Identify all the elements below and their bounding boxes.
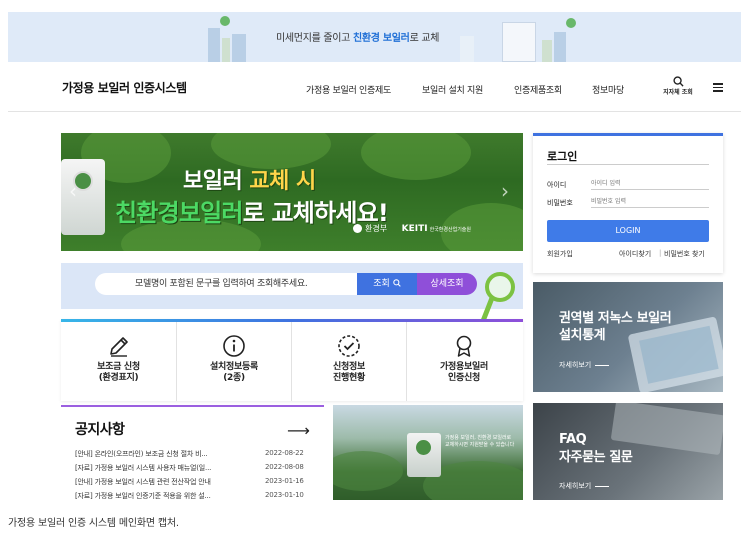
search-label: 지자체 조회 bbox=[663, 89, 693, 96]
top-banner-text: 미세먼지를 줄이고 친환경 보일러로 교체 bbox=[276, 33, 440, 44]
site-logo[interactable]: 가정용 보일러 인증시스템 bbox=[62, 79, 187, 96]
card-title: 자주묻는 질문 bbox=[559, 450, 633, 465]
boiler-image bbox=[407, 433, 441, 477]
search-icon bbox=[392, 279, 401, 287]
install-statistics-card[interactable]: 권역별 저녹스 보일러 설치통계 자세히보기 bbox=[533, 282, 723, 392]
municipality-search-button[interactable]: 지자체 조회 bbox=[660, 76, 696, 96]
hamburger-menu-icon[interactable] bbox=[713, 83, 723, 92]
tablet-illustration bbox=[628, 317, 723, 392]
login-title: 로그인 bbox=[547, 150, 578, 163]
building-illustration bbox=[208, 28, 220, 62]
image-caption: 가정용 보일러 인증 시스템 메인화면 캡처. bbox=[8, 518, 179, 529]
nav-item-installation-support[interactable]: 보일러 설치 지원 bbox=[422, 83, 483, 96]
check-badge-icon bbox=[338, 335, 360, 357]
quick-menu: 보조금 신청 (환경표지) 설치정보등록 (2종) 신청정보 진행현황 가정용보… bbox=[61, 319, 523, 401]
building-illustration bbox=[554, 32, 566, 62]
product-search-bar: 모델명이 포함된 문구를 입력하여 조회해주세요. 조회 상세조회 bbox=[61, 263, 523, 309]
ministry-logo-icon bbox=[353, 224, 362, 233]
notice-title: 공지사항 bbox=[75, 422, 125, 438]
magnifier-icon bbox=[480, 272, 515, 324]
nav-item-product-lookup[interactable]: 인증제품조회 bbox=[514, 83, 562, 96]
card-more-link[interactable]: 자세히보기 bbox=[559, 360, 610, 370]
card-title: 설치통계 bbox=[559, 328, 606, 343]
search-button[interactable]: 조회 bbox=[357, 273, 417, 295]
carousel-prev-button[interactable]: ‹ bbox=[69, 179, 77, 203]
login-button[interactable]: LOGIN bbox=[547, 220, 709, 242]
forest-promo-banner[interactable]: 가정용 보일러, 친환경 보일러로 교체하시면 지원받을 수 있습니다 bbox=[333, 405, 523, 500]
login-panel: 로그인 아이디 비밀번호 LOGIN 회원가입 아이디찾기 | 비밀번호 찾기 bbox=[533, 133, 723, 273]
tree-icon bbox=[566, 18, 576, 28]
hero-logos: 환경부 KEITI 한국환경산업기술원 bbox=[353, 223, 471, 234]
notice-item[interactable]: [안내] 가정용 보일러 시스템 관련 전산작업 안내 2023-01-16 bbox=[75, 477, 315, 490]
promo-text: 가정용 보일러, 친환경 보일러로 교체하시면 지원받을 수 있습니다 bbox=[445, 435, 515, 448]
id-label: 아이디 bbox=[547, 181, 567, 189]
quick-subsidy-application[interactable]: 보조금 신청 (환경표지) bbox=[61, 322, 176, 401]
quick-install-registration[interactable]: 설치정보등록 (2종) bbox=[176, 322, 291, 401]
card-title: 권역별 저녹스 보일러 bbox=[559, 311, 672, 326]
quick-certification-application[interactable]: 가정용보일러 인증신청 bbox=[406, 322, 521, 401]
nav-item-info[interactable]: 정보마당 bbox=[592, 83, 624, 96]
signup-link[interactable]: 회원가입 bbox=[547, 249, 573, 259]
carousel-next-button[interactable]: › bbox=[501, 179, 509, 203]
hero-headline-1: 보일러 교체 시 bbox=[183, 169, 316, 194]
notice-board: 공지사항 ⟶ [안내] 온라인(오프라인) 보조금 신청 절차 비... 2022… bbox=[61, 405, 324, 500]
notice-item[interactable]: [자료] 가정용 보일러 시스템 사용자 매뉴얼(일... 2022-08-08 bbox=[75, 463, 315, 476]
hero-banner[interactable]: ‹ › 보일러 교체 시 친환경보일러로 교체하세요! 환경부 KEITI 한국환… bbox=[61, 133, 523, 251]
product-search-input[interactable]: 모델명이 포함된 문구를 입력하여 조회해주세요. bbox=[95, 273, 357, 295]
boiler-image bbox=[61, 159, 105, 235]
notice-more-arrow-icon[interactable]: ⟶ bbox=[287, 421, 310, 440]
building-illustration bbox=[232, 34, 246, 62]
search-icon bbox=[672, 76, 684, 87]
password-input[interactable] bbox=[591, 195, 709, 208]
faq-card[interactable]: FAQ 자주묻는 질문 자세히보기 bbox=[533, 403, 723, 500]
find-password-link[interactable]: 비밀번호 찾기 bbox=[664, 249, 705, 259]
building-illustration bbox=[222, 38, 230, 62]
password-label: 비밀번호 bbox=[547, 199, 573, 207]
card-more-link[interactable]: 자세히보기 bbox=[559, 481, 610, 491]
nav-item-certification[interactable]: 가정용 보일러 인증제도 bbox=[306, 83, 391, 96]
notice-item[interactable]: [안내] 온라인(오프라인) 보조금 신청 절차 비... 2022-08-22 bbox=[75, 449, 315, 462]
notice-item[interactable]: [자료] 가정용 보일러 인증기준 적용을 위한 설... 2023-01-10 bbox=[75, 491, 315, 500]
keiti-logo: KEITI bbox=[401, 224, 428, 234]
info-icon bbox=[223, 335, 245, 357]
site-header: 가정용 보일러 인증시스템 가정용 보일러 인증제도 보일러 설치 지원 인증제… bbox=[8, 62, 741, 112]
hero-headline-2: 친환경보일러로 교체하세요! bbox=[115, 199, 389, 227]
building-illustration bbox=[542, 40, 552, 62]
medal-icon bbox=[456, 335, 472, 357]
card-title: FAQ bbox=[559, 432, 587, 447]
top-banner[interactable]: 미세먼지를 줄이고 친환경 보일러로 교체 bbox=[8, 12, 741, 62]
detail-search-button[interactable]: 상세조회 bbox=[417, 273, 477, 295]
air-purifier-illustration bbox=[460, 36, 474, 62]
id-input[interactable] bbox=[591, 177, 709, 190]
pencil-icon bbox=[109, 337, 128, 357]
find-id-link[interactable]: 아이디찾기 bbox=[619, 249, 651, 259]
boiler-illustration bbox=[502, 22, 536, 62]
quick-application-status[interactable]: 신청정보 진행현황 bbox=[291, 322, 406, 401]
tree-icon bbox=[220, 16, 230, 26]
